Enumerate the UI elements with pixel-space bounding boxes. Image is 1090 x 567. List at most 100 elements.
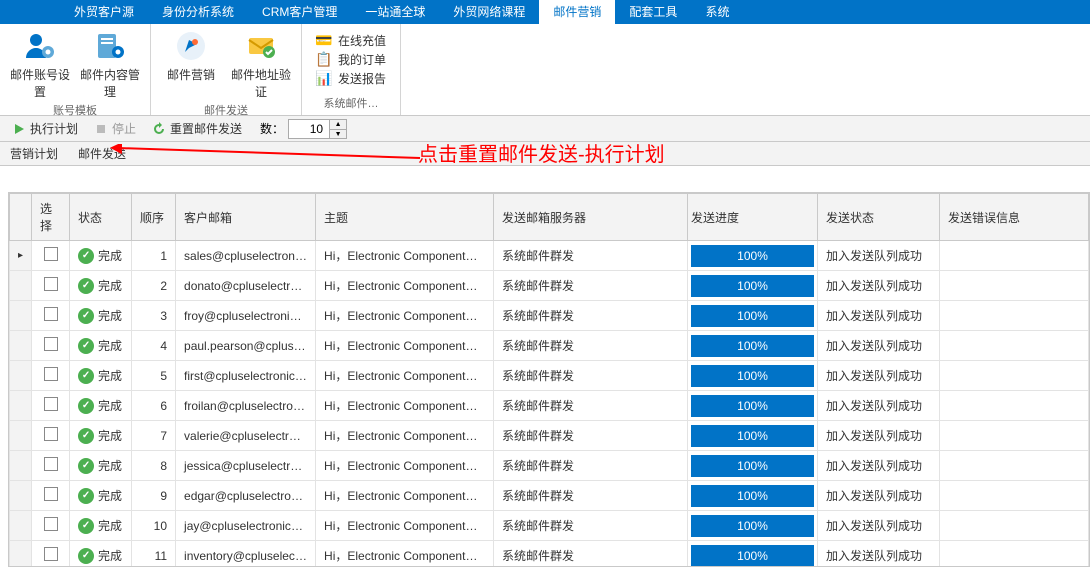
online-recharge-button[interactable]: 💳在线充值 <box>316 32 386 49</box>
email-cell: jay@cpluselectronics.c… <box>176 511 316 541</box>
reset-mail-send-button[interactable]: 重置邮件发送 <box>146 118 248 139</box>
checkbox[interactable] <box>44 427 58 441</box>
row-handle[interactable]: ▸ <box>10 241 32 271</box>
menu-item-3[interactable]: 一站通全球 <box>351 0 439 24</box>
menu-item-4[interactable]: 外贸网络课程 <box>439 0 539 24</box>
checkbox[interactable] <box>44 367 58 381</box>
execute-plan-button[interactable]: 执行计划 <box>6 118 84 139</box>
checkbox[interactable] <box>44 277 58 291</box>
progress-bar: 100% <box>691 425 814 447</box>
menu-item-1[interactable]: 身份分析系统 <box>148 0 248 24</box>
col-server[interactable]: 发送邮箱服务器 <box>494 194 688 241</box>
send-report-button[interactable]: 📊发送报告 <box>316 70 386 87</box>
row-handle[interactable] <box>10 511 32 541</box>
play-icon <box>12 122 26 136</box>
table-row[interactable]: ✓完成9edgar@cpluselectronic…Hi，Electronic … <box>10 481 1089 511</box>
row-handle[interactable] <box>10 361 32 391</box>
select-cell[interactable] <box>32 241 70 271</box>
mail-address-verify-button[interactable]: 邮件地址验证 <box>227 28 295 102</box>
checkbox[interactable] <box>44 247 58 261</box>
errinfo-cell <box>940 391 1089 421</box>
table-row[interactable]: ✓完成6froilan@cpluselectronic…Hi，Electroni… <box>10 391 1089 421</box>
document-gear-icon <box>94 30 126 62</box>
mail-account-settings-button[interactable]: 邮件账号设置 <box>6 28 74 102</box>
select-cell[interactable] <box>32 451 70 481</box>
table-row[interactable]: ✓完成7valerie@cpluselectroni…Hi，Electronic… <box>10 421 1089 451</box>
col-email[interactable]: 客户邮箱 <box>176 194 316 241</box>
checkbox[interactable] <box>44 337 58 351</box>
progress-cell: 100% <box>688 361 818 391</box>
col-seq[interactable]: 顺序 <box>132 194 176 241</box>
seq-cell: 1 <box>132 241 176 271</box>
server-cell: 系统邮件群发 <box>494 391 688 421</box>
col-subject[interactable]: 主题 <box>316 194 494 241</box>
errinfo-cell <box>940 481 1089 511</box>
select-cell[interactable] <box>32 511 70 541</box>
checkbox[interactable] <box>44 547 58 561</box>
col-sendstatus[interactable]: 发送状态 <box>818 194 940 241</box>
status-text: 完成 <box>98 367 122 384</box>
table-row[interactable]: ✓完成4paul.pearson@cplusele…Hi，Electronic … <box>10 331 1089 361</box>
table-row[interactable]: ✓完成5first@cpluselectronics.…Hi，Electroni… <box>10 361 1089 391</box>
progress-cell: 100% <box>688 271 818 301</box>
select-cell[interactable] <box>32 271 70 301</box>
col-select[interactable]: 选择 <box>32 194 70 241</box>
row-handle[interactable] <box>10 331 32 361</box>
row-handle[interactable] <box>10 481 32 511</box>
mail-marketing-button[interactable]: 邮件营销 <box>157 28 225 102</box>
select-cell[interactable] <box>32 481 70 511</box>
checkbox[interactable] <box>44 517 58 531</box>
count-spinner[interactable]: ▲▼ <box>288 119 347 139</box>
row-handle[interactable] <box>10 391 32 421</box>
person-gear-icon <box>24 30 56 62</box>
checkbox[interactable] <box>44 397 58 411</box>
sendstatus-cell: 加入发送队列成功 <box>818 421 940 451</box>
checkbox[interactable] <box>44 487 58 501</box>
select-cell[interactable] <box>32 361 70 391</box>
table-row[interactable]: ✓完成2donato@cpluselectroni…Hi，Electronic … <box>10 271 1089 301</box>
select-cell[interactable] <box>32 301 70 331</box>
data-grid[interactable]: 选择 状态 顺序 客户邮箱 主题 发送邮箱服务器 发送进度 发送状态 发送错误信… <box>8 192 1090 567</box>
checkbox[interactable] <box>44 307 58 321</box>
tab-marketing-plan[interactable]: 营销计划 <box>6 145 62 162</box>
table-row[interactable]: ✓完成8jessica@cpluselectroni…Hi，Electronic… <box>10 451 1089 481</box>
server-cell: 系统邮件群发 <box>494 241 688 271</box>
status-text: 完成 <box>98 247 122 264</box>
row-handle[interactable] <box>10 271 32 301</box>
menu-item-0[interactable]: 外贸客户源 <box>60 0 148 24</box>
label: 我的订单 <box>338 51 386 68</box>
email-cell: paul.pearson@cplusele… <box>176 331 316 361</box>
select-cell[interactable] <box>32 391 70 421</box>
select-cell[interactable] <box>32 331 70 361</box>
sendstatus-cell: 加入发送队列成功 <box>818 241 940 271</box>
row-handle[interactable] <box>10 451 32 481</box>
stop-button[interactable]: 停止 <box>88 118 142 139</box>
count-input[interactable] <box>289 120 329 138</box>
select-cell[interactable] <box>32 421 70 451</box>
checkbox[interactable] <box>44 457 58 471</box>
col-progress[interactable]: 发送进度 <box>688 194 818 241</box>
select-cell[interactable] <box>32 541 70 567</box>
row-handle[interactable] <box>10 541 32 567</box>
mail-content-manage-button[interactable]: 邮件内容管理 <box>76 28 144 102</box>
sendstatus-cell: 加入发送队列成功 <box>818 451 940 481</box>
row-handle[interactable] <box>10 421 32 451</box>
my-orders-button[interactable]: 📋我的订单 <box>316 51 386 68</box>
table-row[interactable]: ✓完成11inventory@cpluselectro…Hi，Electroni… <box>10 541 1089 567</box>
status-cell: ✓完成 <box>70 331 132 361</box>
menu-item-6[interactable]: 配套工具 <box>615 0 691 24</box>
menu-item-5[interactable]: 邮件营销 <box>539 0 615 24</box>
spin-up-button[interactable]: ▲ <box>330 120 346 129</box>
col-status[interactable]: 状态 <box>70 194 132 241</box>
sendstatus-cell: 加入发送队列成功 <box>818 361 940 391</box>
row-handle[interactable] <box>10 301 32 331</box>
col-errinfo[interactable]: 发送错误信息 <box>940 194 1089 241</box>
tab-mail-send[interactable]: 邮件发送 <box>74 145 130 162</box>
errinfo-cell <box>940 421 1089 451</box>
table-row[interactable]: ✓完成3froy@cpluselectronics.…Hi，Electronic… <box>10 301 1089 331</box>
table-row[interactable]: ▸✓完成1sales@cpluselectronics.…Hi，Electron… <box>10 241 1089 271</box>
menu-item-2[interactable]: CRM客户管理 <box>248 0 351 24</box>
spin-down-button[interactable]: ▼ <box>330 129 346 138</box>
table-row[interactable]: ✓完成10jay@cpluselectronics.c…Hi，Electroni… <box>10 511 1089 541</box>
menu-item-7[interactable]: 系统 <box>691 0 743 24</box>
